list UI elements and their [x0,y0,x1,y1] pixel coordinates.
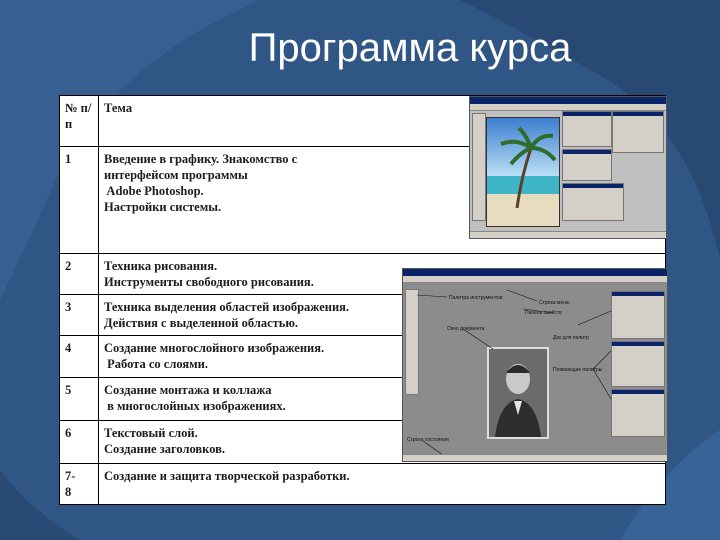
row-topic: Создание и защита творческой разработки. [98,463,666,505]
callout-tools: Палитра инструментов [449,295,503,301]
row-num: 7- 8 [59,463,99,505]
callout-lines [416,289,612,456]
callout-props: Панель свойств [525,310,562,316]
callout-status: Строка состояния [407,437,449,443]
header-num: № п/п [59,95,99,147]
callout-doc: Окно документа [447,326,485,332]
palette-panel [562,183,624,221]
row-num: 4 [59,335,99,378]
palette-panel [562,149,612,181]
row-num: 1 [59,146,99,254]
row-num: 5 [59,377,99,421]
palette-panel [562,111,612,147]
table-row: 7- 8 Создание и защита творческой разраб… [59,463,666,505]
row-num: 6 [59,420,99,464]
beach-image [486,117,560,227]
toolbox-icon [472,113,486,221]
callout-menu: Строка меню [539,300,570,306]
callout-floating: Плавающие палитры [553,367,603,373]
callout-dock: Док для палитр [553,335,590,341]
slide: Программа курса № п/п Тема 1 Введение в … [0,0,720,540]
palette-panel [612,111,664,153]
row-num: 2 [59,253,99,295]
row-num: 3 [59,294,99,336]
slide-title: Программа курса [248,26,572,70]
photoshop-screenshot-1 [469,96,667,239]
photoshop-screenshot-2: Палитра инструментов Строка меню Панель … [402,268,668,462]
